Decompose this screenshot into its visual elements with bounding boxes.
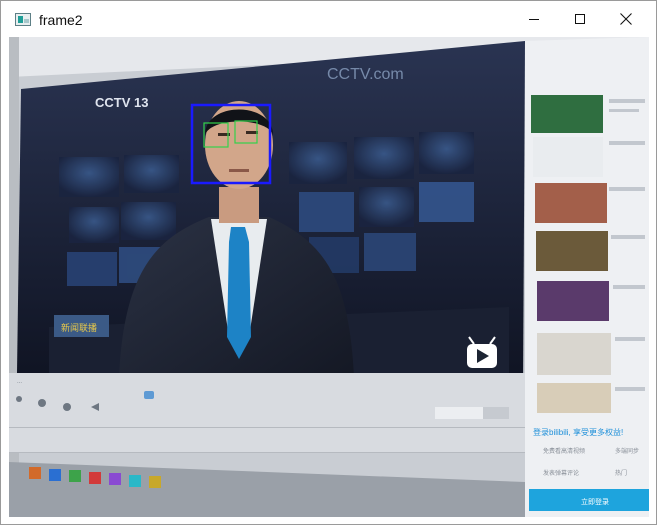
minimize-button[interactable] xyxy=(511,1,557,37)
side-item: 热门 xyxy=(615,469,627,477)
svg-text:...: ... xyxy=(17,379,22,385)
title-bar[interactable]: frame2 xyxy=(1,1,656,37)
maximize-button[interactable] xyxy=(557,1,603,37)
maximize-icon xyxy=(575,14,585,24)
side-item: 免费看高清视频 xyxy=(543,447,585,455)
window-title: frame2 xyxy=(39,12,83,28)
close-button[interactable] xyxy=(603,1,649,37)
background-logo: CCTV.com xyxy=(327,66,404,83)
camera-image: 新闻联播 CCTV 13 CCTV.com ... 登录bilibili, 享受… xyxy=(9,37,649,517)
login-prompt: 登录bilibili, 享受更多权益! xyxy=(533,427,623,437)
close-icon xyxy=(620,13,632,25)
app-icon xyxy=(15,13,31,26)
side-item: 多端同步 xyxy=(615,447,639,455)
login-button-label: 立即登录 xyxy=(581,497,609,506)
channel-logo: CCTV 13 xyxy=(95,95,148,110)
desk-logo: 新闻联播 xyxy=(61,322,97,333)
minimize-icon xyxy=(529,18,539,20)
app-window: frame2 新闻联播 CCTV 13 CCTV.com ... 登录bilib… xyxy=(0,0,657,525)
side-item: 发表弹幕评论 xyxy=(543,469,579,477)
video-frame: 新闻联播 CCTV 13 CCTV.com ... 登录bilibili, 享受… xyxy=(9,37,649,517)
